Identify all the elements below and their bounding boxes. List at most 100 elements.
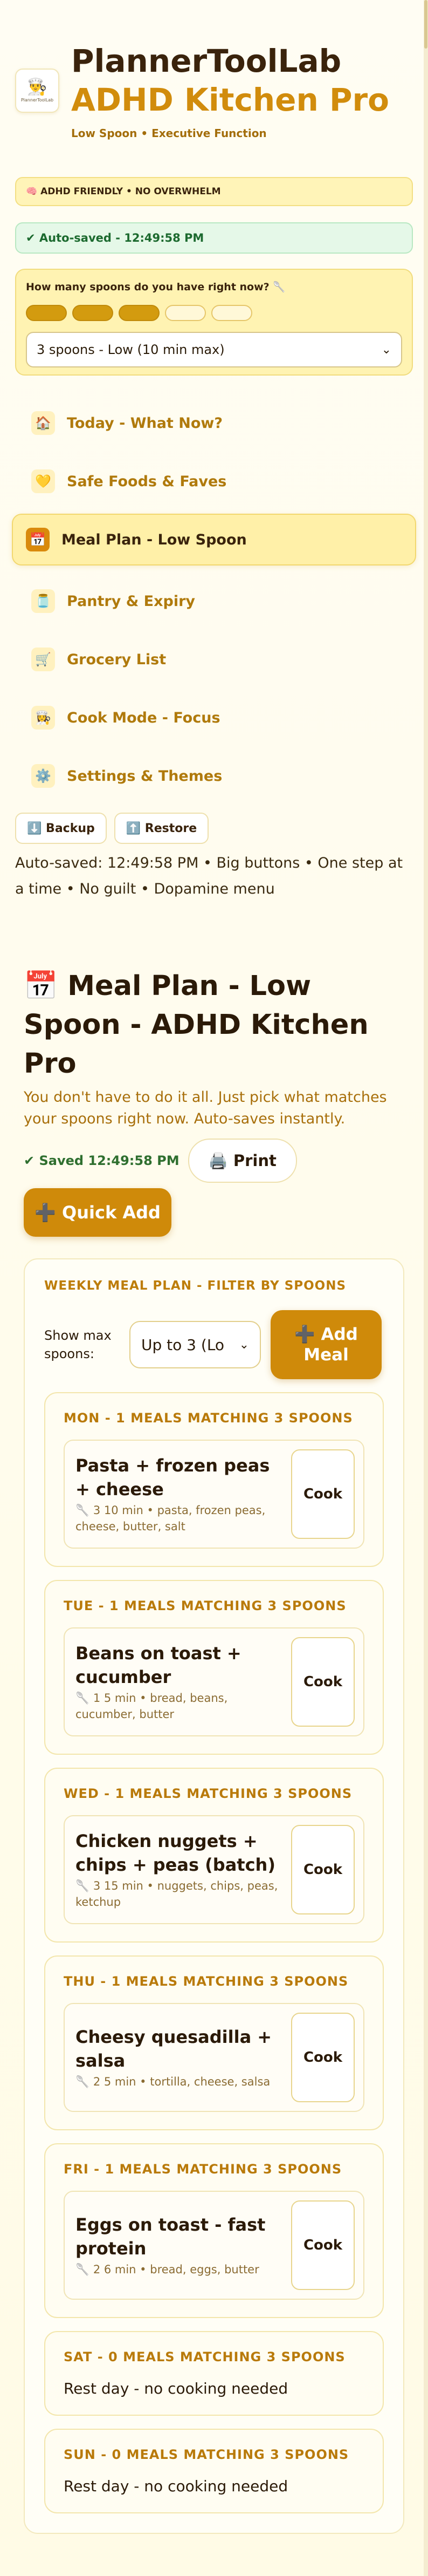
day-card: FRI - 1 MEALS MATCHING 3 SPOONS Eggs on t… [44, 2143, 384, 2318]
day-heading: FRI - 1 MEALS MATCHING 3 SPOONS [64, 2162, 342, 2177]
cook-button[interactable]: Cook [291, 1449, 355, 1539]
scrollbar[interactable] [424, 0, 428, 2576]
app-logo[interactable]: 👨‍🍳 PlannerToolLab [15, 69, 59, 113]
sidebar-item-today-what-now[interactable]: 🏠 Today - What Now? [15, 397, 413, 449]
sidebar-item-label: Grocery List [67, 651, 167, 668]
day-card: SAT - 0 MEALS MATCHING 3 SPOONS Rest day … [44, 2331, 384, 2416]
day-card: THU - 1 MEALS MATCHING 3 SPOONS Cheesy qu… [44, 1955, 384, 2130]
cook-button[interactable]: Cook [291, 1637, 355, 1727]
nav-icon: 💛 [31, 469, 55, 493]
add-meal-button[interactable]: ➕ Add Meal [271, 1310, 382, 1379]
autosave-status: ✔ Auto-saved - 12:49:58 PM [15, 222, 413, 254]
day-heading: WED - 1 MEALS MATCHING 3 SPOONS [64, 1786, 353, 1801]
spoon-meter [26, 305, 402, 321]
sidebar-nav: 🏠 Today - What Now? 💛 Safe Foods & Faves 📅 Me… [12, 397, 416, 802]
main-content: 📅 Meal Plan - Low Spoon - ADHD Kitchen P… [0, 967, 428, 2534]
spoon-pip[interactable] [72, 305, 113, 321]
day-heading: SAT - 0 MEALS MATCHING 3 SPOONS [64, 2349, 346, 2364]
spoon-pip[interactable] [211, 305, 252, 321]
filter-label: Show max spoons: [44, 1328, 112, 1361]
print-button[interactable]: 🖨️ Print [188, 1139, 297, 1183]
meal-meta: 🥄 2 6 min • bread, eggs, butter [75, 2263, 259, 2276]
day-list: MON - 1 MEALS MATCHING 3 SPOONS Pasta + f… [44, 1392, 384, 2513]
meal-name: Beans on toast + cucumber [75, 1643, 241, 1687]
max-spoons-value: Up to 3 (Lo [141, 1335, 225, 1354]
spoon-pip[interactable] [26, 305, 67, 321]
sidebar-item-label: Cook Mode - Focus [67, 709, 220, 726]
meal-name: Chicken nuggets + chips + peas (batch) [75, 1831, 275, 1875]
cook-button[interactable]: Cook [291, 2200, 355, 2290]
spoon-pip[interactable] [165, 305, 206, 321]
sidebar-footer-note: Auto-saved: 12:49:58 PM • Big buttons • … [15, 855, 403, 897]
cook-button[interactable]: Cook [291, 1825, 355, 1914]
saved-status: ✔ Saved 12:49:58 PM [24, 1153, 180, 1168]
nav-icon: 👩‍🍳 [31, 706, 55, 730]
day-card: WED - 1 MEALS MATCHING 3 SPOONS Chicken n… [44, 1768, 384, 1943]
cook-button[interactable]: Cook [291, 2013, 355, 2102]
backup-button[interactable]: ⬇️ Backup [15, 813, 107, 844]
meal-meta: 🥄 3 10 min • pasta, frozen peas, cheese,… [75, 1504, 266, 1533]
max-spoons-select[interactable]: Up to 3 (Lo ⌄ [129, 1321, 261, 1368]
nav-icon: ⚙️ [31, 764, 55, 788]
sidebar-item-meal-plan-low-spoon[interactable]: 📅 Meal Plan - Low Spoon [12, 514, 416, 565]
day-card: TUE - 1 MEALS MATCHING 3 SPOONS Beans on … [44, 1580, 384, 1755]
day-card: SUN - 0 MEALS MATCHING 3 SPOONS Rest day … [44, 2429, 384, 2513]
spoon-select-value: 3 spoons - Low (10 min max) [37, 342, 225, 357]
day-heading: THU - 1 MEALS MATCHING 3 SPOONS [64, 1974, 349, 1989]
page-toolbar: ✔ Saved 12:49:58 PM 🖨️ Print [24, 1139, 404, 1183]
sidebar-item-label: Safe Foods & Faves [67, 473, 227, 490]
day-heading: MON - 1 MEALS MATCHING 3 SPOONS [64, 1410, 353, 1426]
spoon-filter-row: Show max spoons: Up to 3 (Lo ⌄ ➕ Add Mea… [44, 1310, 384, 1379]
meal-item: Cheesy quesadilla + salsa 🥄 2 5 min • tor… [64, 2003, 364, 2112]
scrollbar-thumb[interactable] [424, 0, 427, 49]
nav-icon: 🏠 [31, 411, 55, 435]
sidebar-item-safe-foods-faves[interactable]: 💛 Safe Foods & Faves [15, 455, 413, 507]
rest-day-text: Rest day - no cooking needed [64, 2477, 288, 2495]
spoon-selector-card: How many spoons do you have right now? 🥄… [15, 269, 413, 376]
meal-meta: 🥄 1 5 min • bread, beans, cucumber, butt… [75, 1692, 228, 1721]
chef-hat-icon: 👨‍🍳 [27, 77, 47, 97]
meal-meta: 🥄 2 5 min • tortilla, cheese, salsa [75, 2075, 271, 2088]
weekly-plan-heading: WEEKLY MEAL PLAN - FILTER BY SPOONS [44, 1279, 347, 1293]
chevron-down-icon: ⌄ [239, 1338, 249, 1352]
sidebar-item-cook-mode-focus[interactable]: 👩‍🍳 Cook Mode - Focus [15, 692, 413, 744]
page-title: 📅 Meal Plan - Low Spoon - ADHD Kitchen P… [24, 970, 369, 1080]
day-heading: SUN - 0 MEALS MATCHING 3 SPOONS [64, 2447, 349, 2462]
sidebar-item-label: Settings & Themes [67, 767, 223, 785]
chevron-down-icon: ⌄ [381, 343, 391, 357]
day-heading: TUE - 1 MEALS MATCHING 3 SPOONS [64, 1598, 347, 1613]
meal-name: Pasta + frozen peas + cheese [75, 1455, 270, 1500]
sidebar-item-label: Pantry & Expiry [67, 592, 196, 610]
nav-icon: 🛒 [31, 648, 55, 671]
nav-icon: 📅 [26, 528, 50, 551]
weekly-plan-card: WEEKLY MEAL PLAN - FILTER BY SPOONS Show… [24, 1258, 404, 2534]
brand-title: PlannerToolLab [71, 43, 342, 79]
rest-day-text: Rest day - no cooking needed [64, 2380, 288, 2397]
sidebar-item-label: Meal Plan - Low Spoon [61, 531, 247, 548]
spoon-question: How many spoons do you have right now? 🥄 [26, 281, 286, 293]
sidebar: 👨‍🍳 PlannerToolLab PlannerToolLab ADHD K… [0, 0, 428, 902]
page-subtitle: You don't have to do it all. Just pick w… [24, 1089, 387, 1127]
nav-icon: 🫙 [31, 589, 55, 613]
day-card: MON - 1 MEALS MATCHING 3 SPOONS Pasta + f… [44, 1392, 384, 1567]
restore-button[interactable]: ⬆️ Restore [114, 813, 209, 844]
sidebar-item-settings-themes[interactable]: ⚙️ Settings & Themes [15, 750, 413, 802]
sidebar-item-pantry-expiry[interactable]: 🫙 Pantry & Expiry [15, 575, 413, 627]
meal-item: Pasta + frozen peas + cheese 🥄 3 10 min •… [64, 1440, 364, 1549]
spoon-select[interactable]: 3 spoons - Low (10 min max) ⌄ [26, 332, 402, 367]
sidebar-item-label: Today - What Now? [67, 414, 223, 432]
brand-subtitle: ADHD Kitchen Pro [71, 81, 389, 118]
meal-item: Eggs on toast - fast protein 🥄 2 6 min • … [64, 2191, 364, 2300]
brand-tagline: Low Spoon • Executive Function [71, 127, 267, 140]
meal-meta: 🥄 3 15 min • nuggets, chips, peas, ketch… [75, 1879, 278, 1909]
meal-item: Beans on toast + cucumber 🥄 1 5 min • bre… [64, 1627, 364, 1736]
meal-name: Eggs on toast - fast protein [75, 2214, 266, 2259]
spoon-pip[interactable] [119, 305, 160, 321]
backup-restore-row: ⬇️ Backup ⬆️ Restore [15, 813, 413, 844]
meal-name: Cheesy quesadilla + salsa [75, 2027, 272, 2071]
meal-item: Chicken nuggets + chips + peas (batch) 🥄 … [64, 1815, 364, 1924]
logo-caption: PlannerToolLab [20, 97, 54, 103]
brand-header: 👨‍🍳 PlannerToolLab PlannerToolLab ADHD K… [15, 0, 413, 146]
quick-add-button[interactable]: ➕ Quick Add [24, 1188, 171, 1237]
sidebar-item-grocery-list[interactable]: 🛒 Grocery List [15, 633, 413, 685]
